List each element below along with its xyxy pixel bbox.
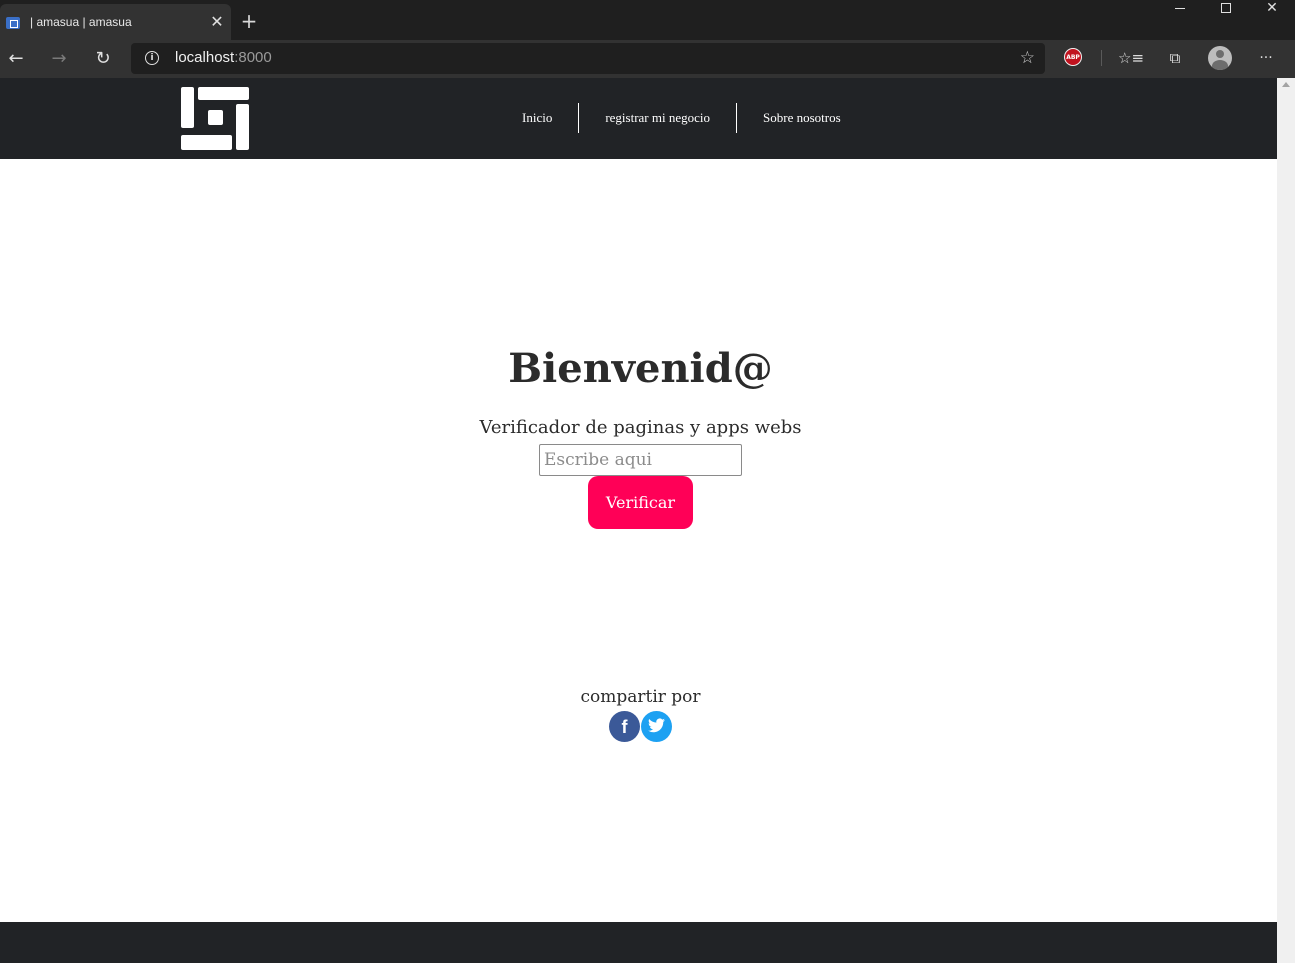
logo-block [198,87,249,100]
nav-link-sobre-nosotros[interactable]: Sobre nosotros [736,103,867,133]
site-header: Inicio registrar mi negocio Sobre nosotr… [0,78,1277,159]
back-arrow-icon[interactable]: ← [2,45,30,73]
star-icon[interactable]: ☆ [1020,48,1035,68]
page-viewport: Inicio registrar mi negocio Sobre nosotr… [0,78,1277,963]
url-host: localhost [175,49,235,66]
forward-arrow-icon[interactable]: → [45,45,73,73]
page-title: Bienvenid@ [508,345,773,392]
url-port: :8000 [234,49,272,66]
browser-tab[interactable]: | amasua | amasua ✕ [0,4,231,40]
site-favicon-icon [6,17,20,29]
minimize-icon [1175,7,1185,9]
nav-link-inicio[interactable]: Inicio [496,103,578,133]
page-scrollbar[interactable] [1277,78,1295,963]
logo-block [208,110,223,125]
menu-icon[interactable]: ··· [1254,46,1278,70]
browser-toolbar: ← → ↻ i localhost:8000 ☆ ABP ☆≡ ⧉ ··· [0,40,1295,78]
profile-icon[interactable] [1208,46,1232,70]
tab-title: | amasua | amasua [30,15,132,29]
minimize-button[interactable] [1157,0,1203,30]
main-nav: Inicio registrar mi negocio Sobre nosotr… [496,103,867,133]
collections-icon[interactable]: ⧉ [1163,46,1187,70]
url-text[interactable]: localhost:8000 [175,49,272,66]
browser-tab-bar: | amasua | amasua ✕ + ✕ [0,0,1295,40]
maximize-button[interactable] [1203,0,1249,30]
adblock-plus-icon[interactable]: ABP [1064,48,1082,66]
page-subtitle: Verificador de paginas y apps webs [479,417,802,438]
toolbar-divider [1101,50,1102,66]
logo-block [236,104,249,150]
site-info-icon[interactable]: i [145,51,159,65]
url-check-input[interactable] [539,444,742,476]
favorites-icon[interactable]: ☆≡ [1118,46,1144,70]
share-label: compartir por [580,687,701,707]
verify-button[interactable]: Verificar [588,476,693,529]
reload-icon[interactable]: ↻ [89,45,117,73]
logo-block [181,87,194,128]
scroll-up-arrow-icon[interactable] [1282,82,1290,87]
window-close-button[interactable]: ✕ [1249,0,1295,30]
twitter-bird-glyph [648,718,665,733]
site-logo[interactable] [181,87,249,150]
new-tab-button[interactable]: + [238,10,260,32]
maximize-icon [1221,3,1231,13]
nav-link-registrar[interactable]: registrar mi negocio [578,103,736,133]
address-bar[interactable]: i localhost:8000 ☆ [131,43,1045,74]
twitter-icon[interactable] [641,711,672,742]
tab-close-icon[interactable]: ✕ [208,12,226,32]
facebook-icon[interactable]: f [609,711,640,742]
site-footer [0,922,1277,963]
logo-block [181,135,232,150]
